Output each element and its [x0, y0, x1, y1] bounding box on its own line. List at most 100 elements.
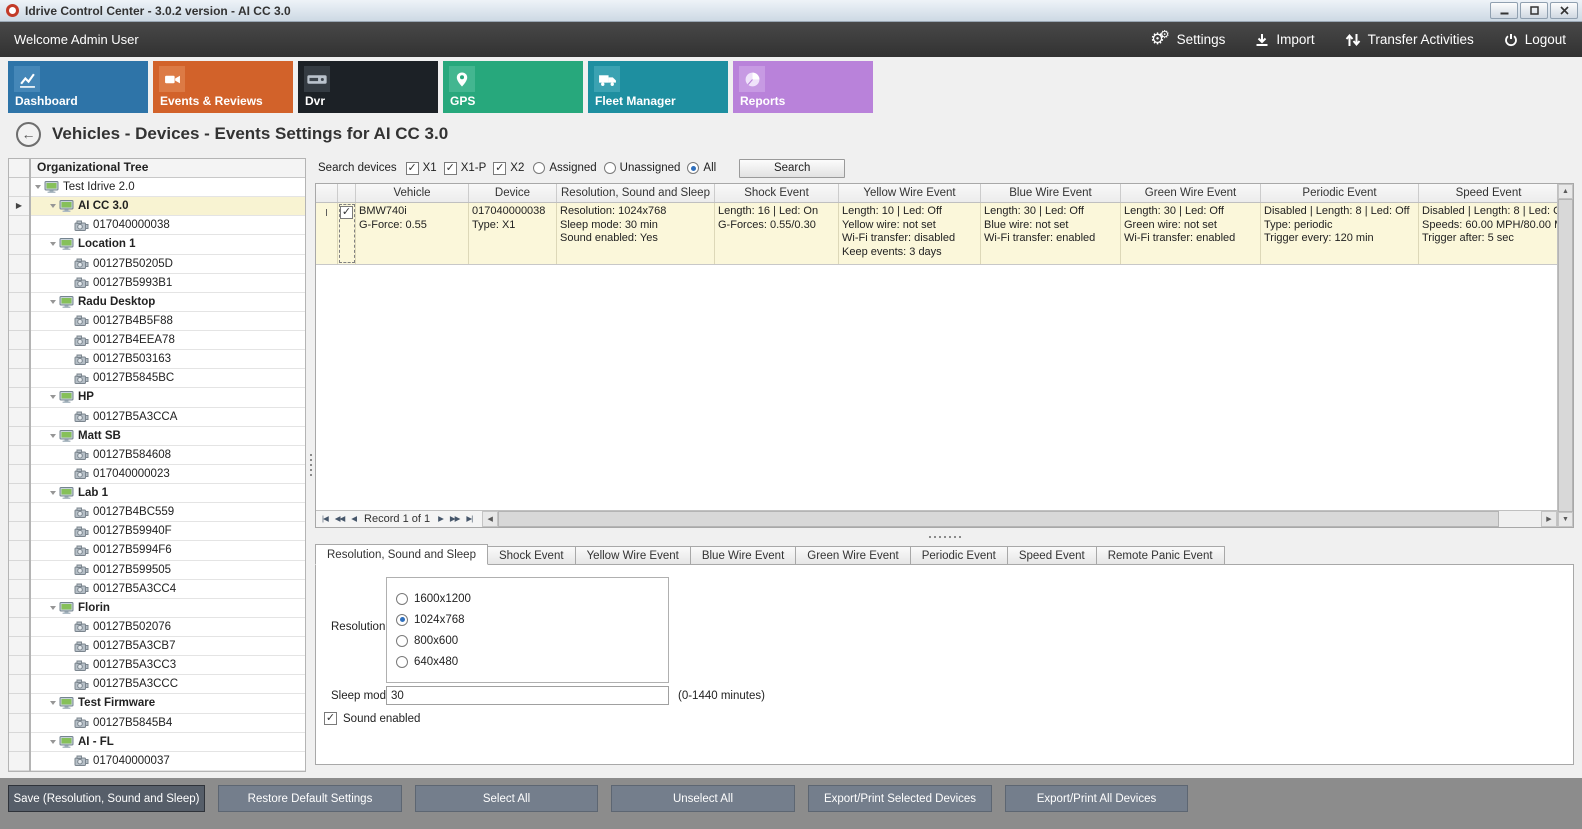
expand-arrow-icon[interactable] — [50, 242, 56, 246]
tree-device-017040000023[interactable]: 017040000023 — [31, 465, 305, 484]
tree-device-00127b5a3cca[interactable]: 00127B5A3CCA — [31, 408, 305, 427]
tab-remote-panic-event[interactable]: Remote Panic Event — [1097, 546, 1225, 565]
tab-resolution-sound-and-sleep[interactable]: Resolution, Sound and Sleep — [315, 544, 488, 565]
column-header-blue-wire-event[interactable]: Blue Wire Event — [981, 184, 1121, 202]
tree-device-00127b4eea78[interactable]: 00127B4EEA78 — [31, 331, 305, 350]
hscroll-thumb[interactable] — [498, 511, 1499, 527]
expand-arrow-icon[interactable] — [50, 491, 56, 495]
tile-reports[interactable]: Reports — [733, 61, 873, 113]
minimize-button[interactable] — [1490, 2, 1518, 19]
topbar-action-import[interactable]: Import — [1255, 32, 1314, 47]
search-button[interactable]: Search — [739, 159, 845, 178]
tree-group-lab-1[interactable]: Lab 1 — [31, 484, 305, 503]
resolution-option-800x600[interactable]: 800x600 — [396, 635, 659, 647]
expand-arrow-icon[interactable] — [50, 606, 56, 610]
maximize-button[interactable] — [1520, 2, 1548, 19]
tree-device-00127b5a3cb7[interactable]: 00127B5A3CB7 — [31, 637, 305, 656]
footer-button-export-print-all-devices[interactable]: Export/Print All Devices — [1005, 785, 1188, 812]
tree-device-00127b584608[interactable]: 00127B584608 — [31, 446, 305, 465]
footer-button-select-all[interactable]: Select All — [415, 785, 598, 812]
tree-device-00127b4b5f88[interactable]: 00127B4B5F88 — [31, 312, 305, 331]
tree-group-matt-sb[interactable]: Matt SB — [31, 427, 305, 446]
titlebar[interactable]: Idrive Control Center - 3.0.2 version - … — [0, 0, 1582, 22]
column-header-vehicle[interactable]: Vehicle — [356, 184, 469, 202]
tree-device-00127b4bc559[interactable]: 00127B4BC559 — [31, 503, 305, 522]
tree-device-00127b5994f6[interactable]: 00127B5994F6 — [31, 541, 305, 560]
nav-prev-page-button[interactable]: ◀◀ — [335, 515, 345, 523]
tree-group-location-1[interactable]: Location 1 — [31, 235, 305, 254]
tree-group-ai-cc-3-0[interactable]: AI CC 3.0 — [31, 197, 305, 216]
column-header-speed-event[interactable]: Speed Event — [1419, 184, 1557, 202]
nav-next-page-button[interactable]: ▶▶ — [450, 515, 460, 523]
scroll-left-arrow-icon[interactable]: ◀ — [482, 511, 498, 527]
column-header-periodic-event[interactable]: Periodic Event — [1261, 184, 1419, 202]
nav-prev-button[interactable]: ◀ — [351, 515, 356, 523]
resolution-option-640x480[interactable]: 640x480 — [396, 656, 659, 668]
tree-device-00127b599505[interactable]: 00127B599505 — [31, 561, 305, 580]
tile-fleet-manager[interactable]: Fleet Manager — [588, 61, 728, 113]
expand-arrow-icon[interactable] — [50, 204, 56, 208]
tree-group-radu-desktop[interactable]: Radu Desktop — [31, 293, 305, 312]
tree-group-test-firmware[interactable]: Test Firmware — [31, 694, 305, 713]
tab-shock-event[interactable]: Shock Event — [488, 546, 576, 565]
vscroll-thumb[interactable] — [1558, 199, 1573, 512]
tree-device-00127b502076[interactable]: 00127B502076 — [31, 618, 305, 637]
topbar-action-transfer-activities[interactable]: Transfer Activities — [1345, 32, 1474, 47]
vertical-splitter[interactable] — [306, 158, 315, 772]
filter-radio-all[interactable]: All — [687, 162, 716, 174]
tile-dashboard[interactable]: Dashboard — [8, 61, 148, 113]
tree-device-00127b5845b4[interactable]: 00127B5845B4 — [31, 714, 305, 733]
nav-last-button[interactable]: ▶| — [466, 515, 472, 523]
topbar-action-settings[interactable]: ⚙⚙Settings — [1150, 32, 1225, 48]
tab-blue-wire-event[interactable]: Blue Wire Event — [691, 546, 796, 565]
tree-group-hp[interactable]: HP — [31, 388, 305, 407]
filter-checkbox-x2[interactable]: ✓X2 — [493, 162, 524, 175]
grid-horizontal-scrollbar[interactable]: ◀ ▶ — [482, 511, 1557, 527]
filter-checkbox-x1-p[interactable]: ✓X1-P — [444, 162, 487, 175]
tree-device-00127b5993b1[interactable]: 00127B5993B1 — [31, 274, 305, 293]
tree-device-00127b503163[interactable]: 00127B503163 — [31, 350, 305, 369]
scroll-right-arrow-icon[interactable]: ▶ — [1541, 511, 1557, 527]
close-button[interactable] — [1550, 2, 1578, 19]
tree-device-00127b5a3cc3[interactable]: 00127B5A3CC3 — [31, 656, 305, 675]
footer-button-export-print-selected-devices[interactable]: Export/Print Selected Devices — [808, 785, 992, 812]
tree-device-017040000038[interactable]: 017040000038 — [31, 216, 305, 235]
grid-vertical-scrollbar[interactable]: ▲ ▼ — [1557, 184, 1573, 527]
expand-arrow-icon[interactable] — [50, 740, 56, 744]
tree-group-test-idrive-2-0[interactable]: Test Idrive 2.0 — [31, 178, 305, 197]
nav-next-button[interactable]: ▶ — [438, 515, 443, 523]
resolution-option-1024x768[interactable]: 1024x768 — [396, 614, 659, 626]
tab-green-wire-event[interactable]: Green Wire Event — [796, 546, 910, 565]
column-header-green-wire-event[interactable]: Green Wire Event — [1121, 184, 1261, 202]
tree-device-00127b50205d[interactable]: 00127B50205D — [31, 255, 305, 274]
hscroll-track[interactable] — [498, 511, 1541, 527]
tab-periodic-event[interactable]: Periodic Event — [911, 546, 1008, 565]
filter-radio-assigned[interactable]: Assigned — [533, 162, 596, 174]
expand-arrow-icon[interactable] — [50, 701, 56, 705]
tree-device-00127b5845bc[interactable]: 00127B5845BC — [31, 369, 305, 388]
tile-events-reviews[interactable]: Events & Reviews — [153, 61, 293, 113]
tree-device-00127b59940f[interactable]: 00127B59940F — [31, 522, 305, 541]
expand-arrow-icon[interactable] — [50, 300, 56, 304]
nav-first-button[interactable]: |◀ — [322, 515, 328, 523]
column-header-yellow-wire-event[interactable]: Yellow Wire Event — [839, 184, 981, 202]
horizontal-splitter[interactable] — [315, 529, 1574, 544]
scroll-down-arrow-icon[interactable]: ▼ — [1558, 512, 1573, 527]
expand-arrow-icon[interactable] — [50, 395, 56, 399]
tree-group-ai-fl[interactable]: AI - FL — [31, 733, 305, 752]
scroll-up-arrow-icon[interactable]: ▲ — [1558, 184, 1573, 199]
expand-arrow-icon[interactable] — [35, 185, 41, 189]
column-header-shock-event[interactable]: Shock Event — [715, 184, 839, 202]
back-button[interactable]: ← — [16, 122, 41, 147]
tile-gps[interactable]: GPS — [443, 61, 583, 113]
tree-device-017040000037[interactable]: 017040000037 — [31, 752, 305, 771]
sound-checkbox-icon[interactable]: ✓ — [324, 712, 337, 725]
resolution-option-1600x1200[interactable]: 1600x1200 — [396, 593, 659, 605]
tab-speed-event[interactable]: Speed Event — [1008, 546, 1097, 565]
footer-button-restore-default-settings[interactable]: Restore Default Settings — [218, 785, 402, 812]
column-header-resolution-sound-and-sleep[interactable]: Resolution, Sound and Sleep — [557, 184, 715, 202]
tab-yellow-wire-event[interactable]: Yellow Wire Event — [576, 546, 691, 565]
footer-button-unselect-all[interactable]: Unselect All — [611, 785, 795, 812]
filter-checkbox-x1[interactable]: ✓X1 — [406, 162, 437, 175]
expand-arrow-icon[interactable] — [50, 434, 56, 438]
